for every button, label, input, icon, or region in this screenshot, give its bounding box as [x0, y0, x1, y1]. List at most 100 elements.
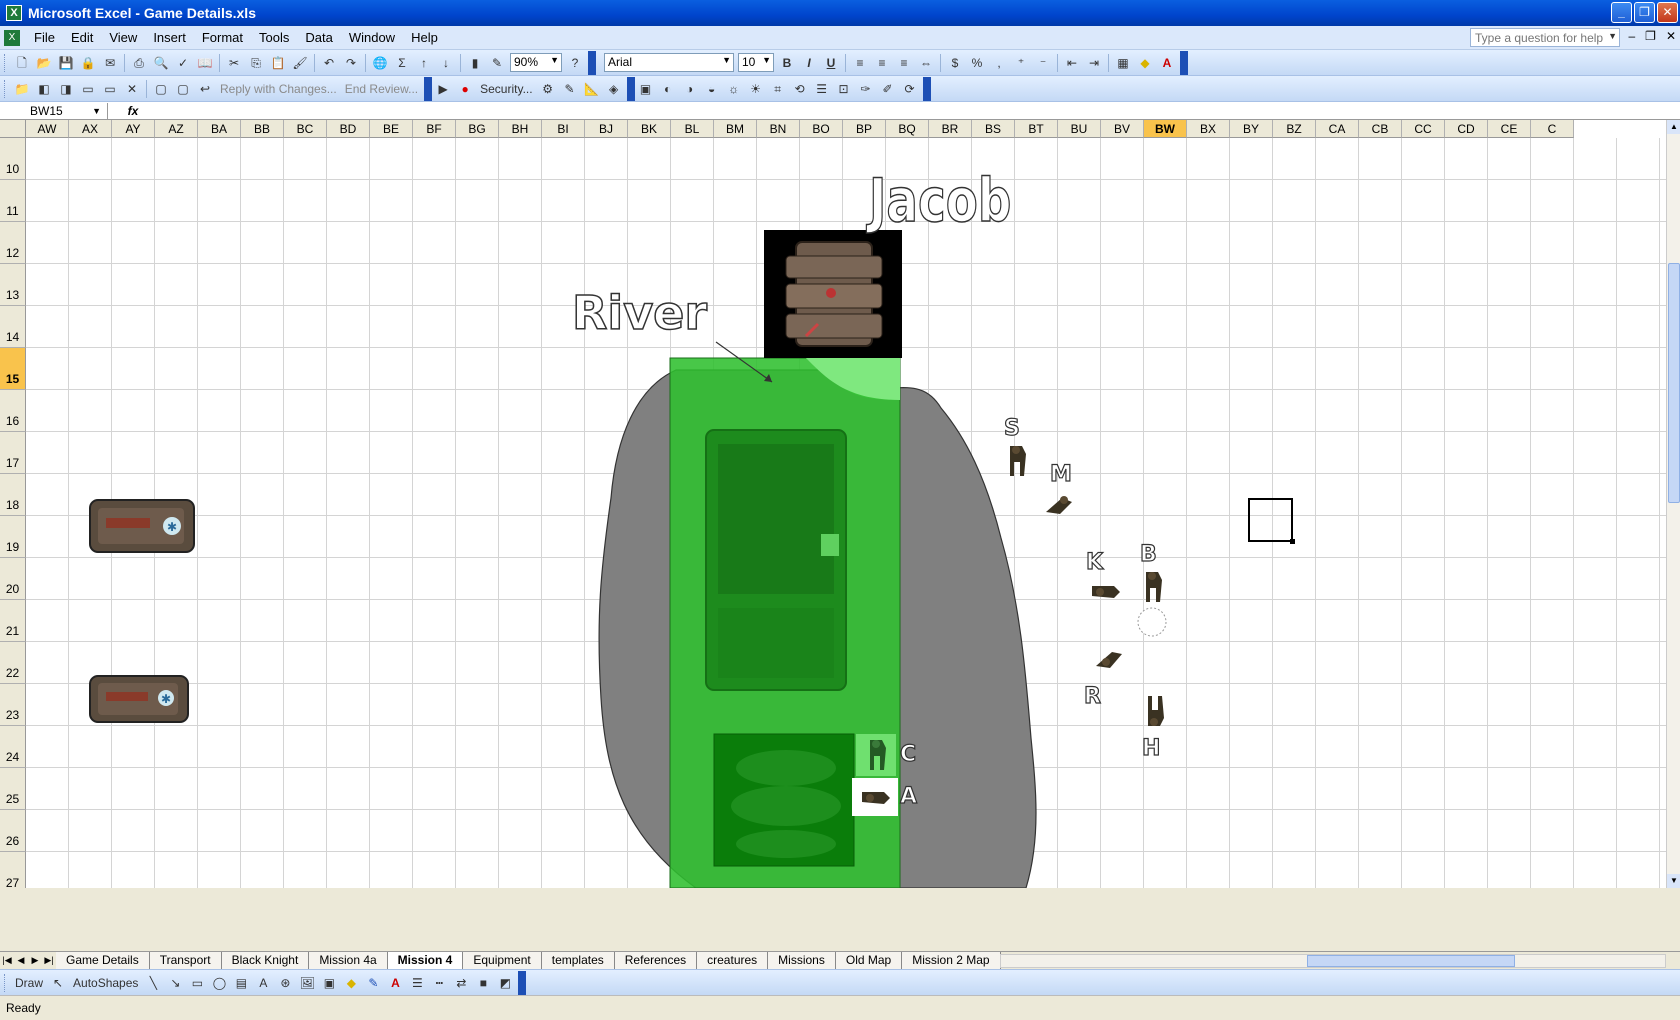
chevron-down-icon[interactable]: ▼	[550, 55, 559, 65]
column-header[interactable]: BT	[1015, 120, 1058, 138]
select-objects-icon[interactable]: ↖	[49, 974, 67, 992]
soldier-h-icon[interactable]	[1140, 694, 1170, 728]
soldier-k-icon[interactable]	[1090, 572, 1120, 606]
3d-icon[interactable]: ◩	[496, 974, 514, 992]
toolbar-grip[interactable]	[4, 973, 7, 992]
row-header[interactable]: 17	[0, 432, 26, 474]
tab-mission-4[interactable]: Mission 4	[387, 951, 464, 970]
name-box[interactable]: BW15 ▼	[0, 102, 108, 119]
clip-art-icon[interactable]: 🖼	[298, 974, 316, 992]
sort-ascending-icon[interactable]: ↑	[415, 54, 433, 72]
row-header[interactable]: 18	[0, 474, 26, 516]
soldier-a-icon[interactable]	[860, 778, 890, 812]
arrow-style-icon[interactable]: ⇄	[452, 974, 470, 992]
vertical-scrollbar[interactable]: ▲ ▼	[1666, 120, 1680, 888]
restore-icon[interactable]: ❐	[1634, 2, 1655, 23]
horizontal-scroll-thumb[interactable]	[1307, 955, 1515, 967]
tab-transport[interactable]: Transport	[149, 951, 222, 970]
save-icon[interactable]: 💾	[57, 54, 75, 72]
row-header[interactable]: 19	[0, 516, 26, 558]
less-contrast-icon[interactable]: ◒	[703, 80, 721, 98]
merge-center-icon[interactable]: ⇔	[917, 54, 935, 72]
align-left-icon[interactable]: ≡	[851, 54, 869, 72]
control-toolbox-icon[interactable]: ✎	[561, 80, 579, 98]
toolbar-options-icon[interactable]	[424, 76, 433, 101]
tab-mission-2-map[interactable]: Mission 2 Map	[902, 951, 1001, 970]
text-box-icon[interactable]: ▤	[232, 974, 250, 992]
oval-icon[interactable]: ◯	[210, 974, 228, 992]
menu-insert[interactable]: Insert	[145, 30, 194, 45]
end-review-button[interactable]: End Review...	[345, 82, 418, 96]
workbook-minimize-icon[interactable]: –	[1628, 29, 1635, 43]
toolbar-grip[interactable]	[4, 79, 7, 98]
column-header[interactable]: CE	[1488, 120, 1531, 138]
open-icon[interactable]: 📂	[35, 54, 53, 72]
toolbar-options-icon[interactable]	[518, 970, 527, 995]
increase-indent-icon[interactable]: ⇥	[1085, 54, 1103, 72]
more-brightness-icon[interactable]: ☼	[725, 80, 743, 98]
column-header[interactable]: BX	[1187, 120, 1230, 138]
new-icon[interactable]: 🗋	[13, 54, 31, 72]
row-header[interactable]: 24	[0, 726, 26, 768]
drawing-icon[interactable]: ✎	[488, 54, 506, 72]
row-header[interactable]: 27	[0, 852, 26, 888]
undo-icon[interactable]: ↶	[320, 54, 338, 72]
menu-file[interactable]: File	[26, 30, 63, 45]
scroll-up-icon[interactable]: ▲	[1667, 120, 1680, 134]
minimize-icon[interactable]: _	[1611, 2, 1632, 23]
menu-edit[interactable]: Edit	[63, 30, 101, 45]
chevron-down-icon[interactable]: ▼	[1608, 31, 1617, 41]
column-header[interactable]: BB	[241, 120, 284, 138]
tab-old-map[interactable]: Old Map	[835, 951, 903, 970]
sort-descending-icon[interactable]: ↓	[437, 54, 455, 72]
align-right-icon[interactable]: ≡	[895, 54, 913, 72]
line-style-icon[interactable]: ☰	[408, 974, 426, 992]
fill-color-icon[interactable]: ◆	[1136, 54, 1154, 72]
excel-icon[interactable]: X	[6, 5, 22, 21]
font-color-icon[interactable]: A	[1158, 54, 1176, 72]
reply-with-changes-button[interactable]: Reply with Changes...	[220, 82, 337, 96]
diagram-icon[interactable]: ⊛	[276, 974, 294, 992]
cells[interactable]: ✱ ✱ Jacob River S M K B R H C A	[26, 138, 1668, 888]
draw-menu-button[interactable]: Draw	[15, 976, 43, 990]
tab-black-knight[interactable]: Black Knight	[221, 951, 310, 970]
less-brightness-icon[interactable]: ☀	[747, 80, 765, 98]
vertical-scroll-thumb[interactable]	[1668, 263, 1680, 503]
script-editor-icon[interactable]: ◈	[605, 80, 623, 98]
column-header[interactable]: BN	[757, 120, 800, 138]
design-mode-icon[interactable]: 📐	[583, 80, 601, 98]
soldier-r-icon[interactable]	[1094, 644, 1124, 678]
prev-sheet-icon[interactable]: ◀	[14, 955, 28, 966]
tab-creatures[interactable]: creatures	[697, 951, 769, 970]
permission-icon[interactable]: 🔒	[79, 54, 97, 72]
row-header[interactable]: 13	[0, 264, 26, 306]
tab-mission-4a[interactable]: Mission 4a	[309, 951, 388, 970]
font-name-select[interactable]: Arial ▼	[604, 53, 734, 72]
toolbar-options-icon[interactable]	[626, 76, 635, 101]
show-all-comments-icon[interactable]: ▭	[101, 80, 119, 98]
rotate-icon[interactable]: ⟲	[791, 80, 809, 98]
toolbar-options-icon[interactable]	[1180, 50, 1188, 75]
menu-view[interactable]: View	[101, 30, 145, 45]
horizontal-scrollbar[interactable]	[1000, 954, 1666, 968]
decrease-indent-icon[interactable]: ⇤	[1063, 54, 1081, 72]
column-header[interactable]: BS	[972, 120, 1015, 138]
soldier-b-icon[interactable]	[1138, 570, 1168, 604]
insert-function-button[interactable]: fx	[108, 104, 158, 118]
increase-decimal-icon[interactable]: ⁺	[1012, 54, 1030, 72]
borders-icon[interactable]: ▦	[1114, 54, 1132, 72]
workbook-close-icon[interactable]: ✕	[1666, 29, 1676, 43]
scroll-down-icon[interactable]: ▼	[1667, 874, 1680, 888]
dash-style-icon[interactable]: ┅	[430, 974, 448, 992]
row-header[interactable]: 26	[0, 810, 26, 852]
delete-comment-icon[interactable]: ✕	[123, 80, 141, 98]
previous-comment-icon[interactable]: ◧	[35, 80, 53, 98]
autosum-icon[interactable]: Σ	[393, 54, 411, 72]
line-style-icon[interactable]: ☰	[813, 80, 831, 98]
tab-game-details[interactable]: Game Details	[56, 951, 150, 970]
help-icon[interactable]: ?	[566, 54, 584, 72]
menu-help[interactable]: Help	[403, 30, 446, 45]
chevron-down-icon[interactable]: ▼	[762, 55, 771, 65]
fill-color-icon[interactable]: ◆	[342, 974, 360, 992]
decrease-decimal-icon[interactable]: ⁻	[1034, 54, 1052, 72]
